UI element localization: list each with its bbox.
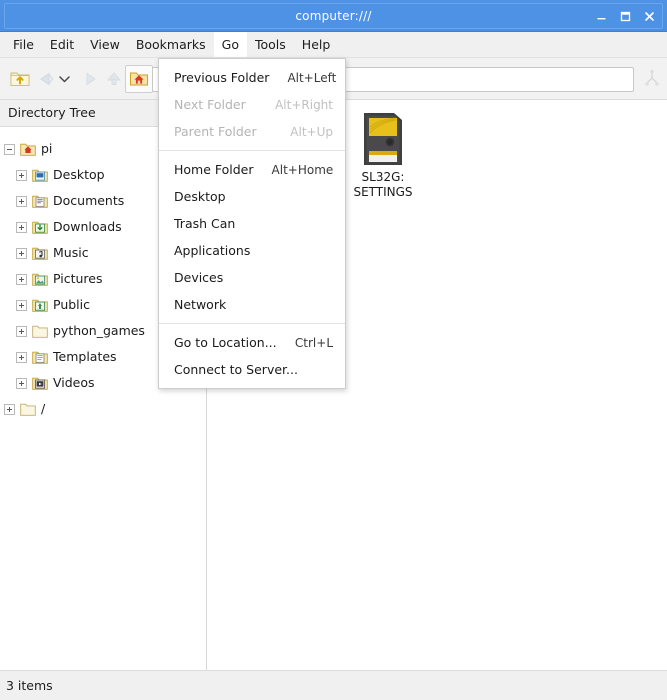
expand-icon[interactable]	[16, 377, 27, 389]
pictures-folder-icon	[32, 273, 48, 286]
file-manager-window: computer:/// File Edit View Bookmarks Go…	[0, 0, 667, 700]
go-menu-item-go-to-location[interactable]: Go to Location... Ctrl+L	[159, 329, 345, 356]
new-folder-icon[interactable]	[6, 65, 34, 93]
videos-folder-icon	[32, 377, 48, 390]
directory-tree-toggle-icon[interactable]	[640, 65, 664, 93]
tree-item-label: Templates	[53, 349, 117, 364]
menu-file[interactable]: File	[5, 32, 42, 57]
go-menu-item-previous-folder[interactable]: Previous Folder Alt+Left	[159, 64, 345, 91]
tree-item-label: Videos	[53, 375, 95, 390]
up-icon[interactable]	[100, 65, 128, 93]
menu-item-label: Trash Can	[174, 216, 236, 231]
go-menu-item-connect-to-server[interactable]: Connect to Server...	[159, 356, 345, 383]
go-menu-item-applications[interactable]: Applications	[159, 237, 345, 264]
file-item-label: SL32G: SETTINGS	[353, 170, 413, 199]
close-button[interactable]	[643, 10, 656, 23]
expand-icon[interactable]	[16, 299, 27, 311]
title-bar: computer:///	[0, 0, 667, 32]
tree-item-label: Pictures	[53, 271, 103, 286]
back-history-chevron-down-icon[interactable]	[56, 65, 72, 93]
menu-item-label: Home Folder	[174, 162, 254, 177]
menu-item-label: Devices	[174, 270, 224, 285]
title-bar-inner: computer:///	[4, 3, 663, 29]
menu-item-label: Parent Folder	[174, 124, 257, 139]
expand-icon[interactable]	[16, 351, 27, 363]
menu-item-shortcut: Alt+Home	[271, 162, 334, 177]
home-icon[interactable]	[125, 65, 153, 93]
expand-icon[interactable]	[16, 169, 27, 181]
menu-item-shortcut: Alt+Left	[287, 70, 337, 85]
tree-item-[interactable]: /	[0, 396, 206, 422]
documents-folder-icon	[32, 195, 48, 208]
tree-item-label: Public	[53, 297, 90, 312]
desktop-folder-icon	[32, 169, 48, 182]
menu-view[interactable]: View	[82, 32, 128, 57]
collapse-icon[interactable]	[4, 143, 15, 155]
menu-item-shortcut: Alt+Right	[275, 97, 333, 112]
go-menu-item-network[interactable]: Network	[159, 291, 345, 318]
tree-item-label: pi	[41, 141, 53, 156]
expand-icon[interactable]	[16, 247, 27, 259]
templates-folder-icon	[32, 351, 48, 364]
removable-media-icon	[337, 108, 429, 170]
menu-edit[interactable]: Edit	[42, 32, 82, 57]
menu-item-shortcut: Ctrl+L	[294, 335, 333, 350]
expand-icon[interactable]	[4, 403, 15, 415]
expand-icon[interactable]	[16, 195, 27, 207]
tree-item-label: Documents	[53, 193, 125, 208]
menu-tools[interactable]: Tools	[247, 32, 294, 57]
expand-icon[interactable]	[16, 325, 27, 337]
expand-icon[interactable]	[16, 273, 27, 285]
expand-icon[interactable]	[16, 221, 27, 233]
menu-item-label: Desktop	[174, 189, 226, 204]
menu-item-shortcut: Alt+Up	[290, 124, 333, 139]
tree-item-label: Desktop	[53, 167, 105, 182]
tree-item-label: python_games	[53, 323, 145, 338]
go-menu-item-desktop[interactable]: Desktop	[159, 183, 345, 210]
go-menu-item-devices[interactable]: Devices	[159, 264, 345, 291]
plain-folder-icon	[32, 325, 48, 338]
menu-item-label: Connect to Server...	[174, 362, 298, 377]
plain-folder-icon	[20, 403, 36, 416]
music-folder-icon	[32, 247, 48, 260]
home-folder-icon	[20, 143, 36, 156]
public-folder-icon	[32, 299, 48, 312]
menu-item-label: Applications	[174, 243, 251, 258]
menu-go[interactable]: Go	[213, 32, 247, 57]
downloads-folder-icon	[32, 221, 48, 234]
menu-separator	[159, 150, 345, 151]
menu-item-label: Go to Location...	[174, 335, 277, 350]
minimize-button[interactable]	[595, 10, 608, 23]
go-menu-item-parent-folder: Parent Folder Alt+Up	[159, 118, 345, 145]
maximize-button[interactable]	[619, 10, 632, 23]
removable-media-glyph	[364, 113, 402, 165]
menu-item-label: Network	[174, 297, 227, 312]
go-dropdown-menu: Previous Folder Alt+Left Next Folder Alt+Ri…	[158, 58, 346, 389]
file-item[interactable]: SL32G: SETTINGS	[337, 108, 429, 200]
window-title: computer:///	[295, 9, 372, 23]
menu-bookmarks[interactable]: Bookmarks	[128, 32, 214, 57]
go-menu-item-next-folder: Next Folder Alt+Right	[159, 91, 345, 118]
menu-separator	[159, 323, 345, 324]
menu-item-label: Next Folder	[174, 97, 246, 112]
go-menu-item-trash-can[interactable]: Trash Can	[159, 210, 345, 237]
window-controls	[595, 4, 656, 28]
menu-bar: File Edit View Bookmarks Go Tools Help	[0, 32, 667, 58]
tree-item-label: /	[41, 401, 46, 416]
tree-item-label: Downloads	[53, 219, 122, 234]
menu-item-label: Previous Folder	[174, 70, 270, 85]
menu-help[interactable]: Help	[294, 32, 339, 57]
go-menu-item-home-folder[interactable]: Home Folder Alt+Home	[159, 156, 345, 183]
status-bar: 3 items	[0, 670, 667, 700]
tree-item-label: Music	[53, 245, 89, 260]
